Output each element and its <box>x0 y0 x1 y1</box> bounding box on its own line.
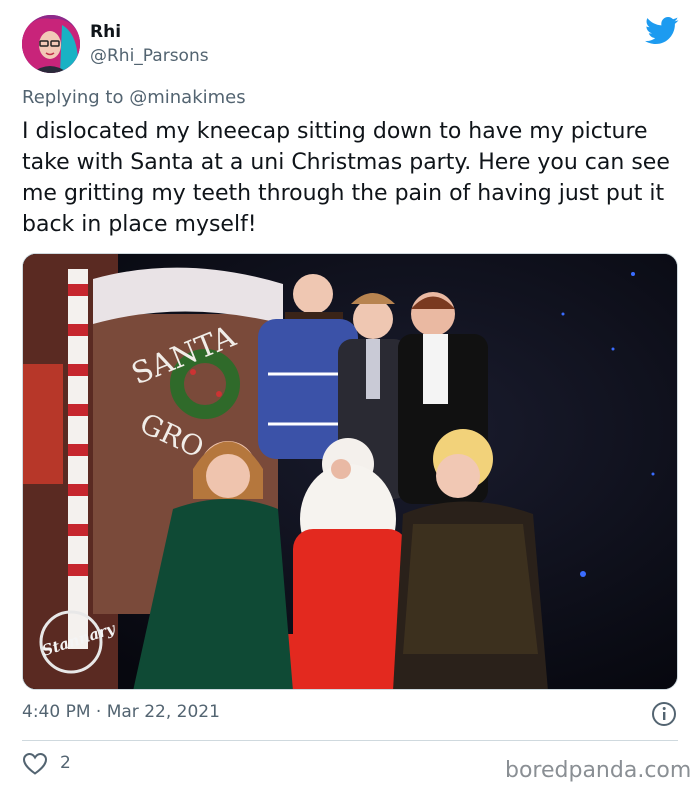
tweet-text: I dislocated my kneecap sitting down to … <box>22 119 670 237</box>
avatar[interactable] <box>22 15 80 73</box>
replying-to: Replying to @minakimes <box>22 87 246 108</box>
tweet-card: Rhi @Rhi_Parsons Replying to @minakimes … <box>0 0 700 793</box>
watermark: boredpanda.com <box>505 758 692 783</box>
like-count[interactable]: 2 <box>60 753 71 773</box>
author-handle[interactable]: @Rhi_Parsons <box>90 46 209 66</box>
info-icon[interactable] <box>651 701 677 727</box>
twitter-bird-icon[interactable] <box>645 16 679 46</box>
tweet-photo[interactable]: SANTA GRO Stannary <box>22 253 678 690</box>
heart-icon[interactable] <box>22 752 48 776</box>
reply-prefix: Replying to <box>22 87 124 108</box>
author-name[interactable]: Rhi <box>90 22 121 42</box>
divider <box>22 740 678 741</box>
tweet-timestamp[interactable]: 4:40 PM · Mar 22, 2021 <box>22 702 220 722</box>
reply-mention-link[interactable]: @minakimes <box>129 87 245 108</box>
